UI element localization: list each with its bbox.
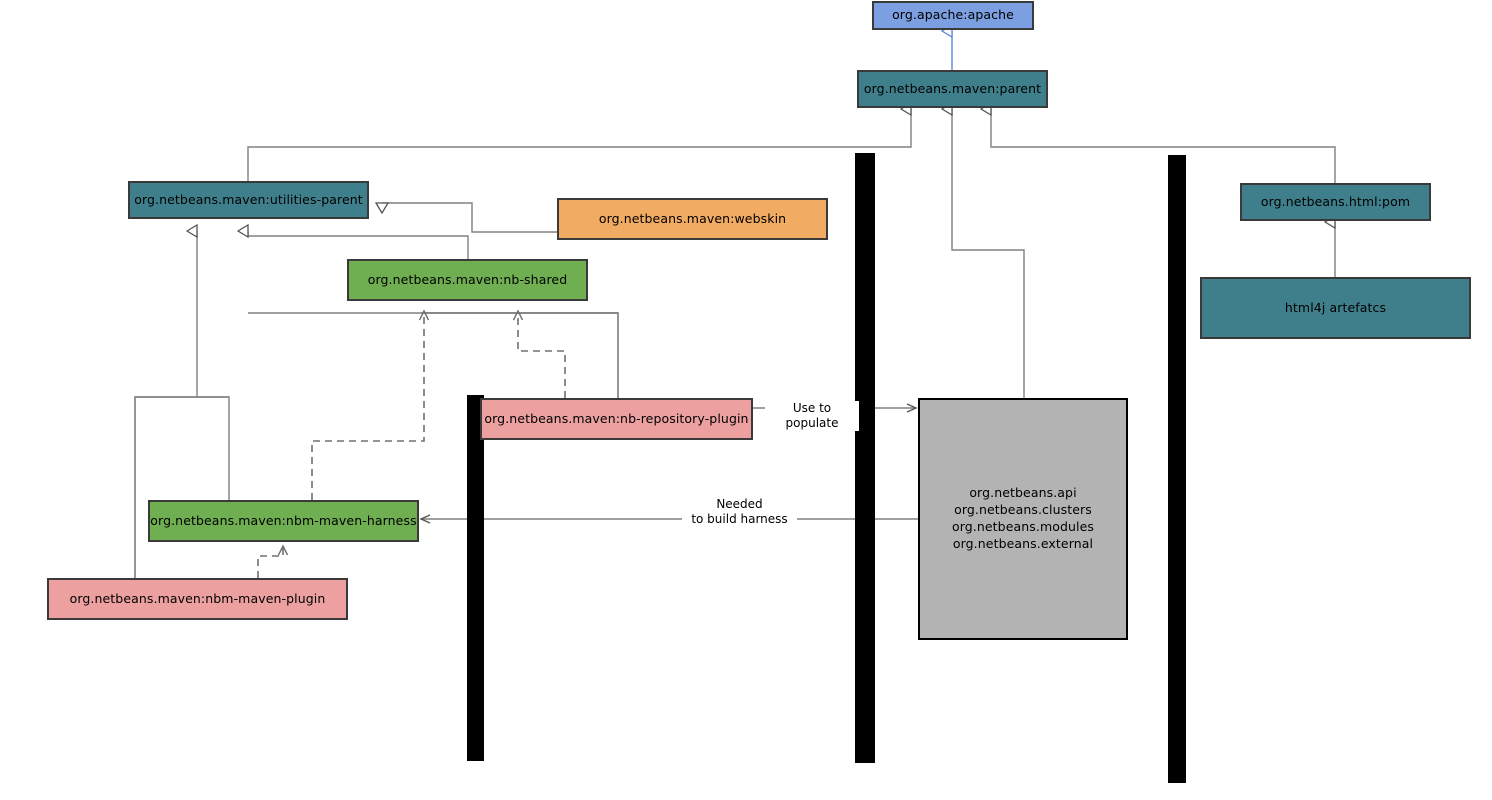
node-nb-shared[interactable]: org.netbeans.maven:nb-shared <box>347 259 588 301</box>
node-html-pom[interactable]: org.netbeans.html:pom <box>1240 183 1431 221</box>
edge-utilities-parent-to-parent <box>247 109 912 181</box>
edge-nb-repo-to-nb-shared <box>421 312 619 398</box>
edge-nb-repo-to-nb-shared-riser <box>424 312 619 398</box>
node-utilities-parent[interactable]: org.netbeans.maven:utilities-parent <box>128 181 369 219</box>
swimlane-right <box>1168 155 1186 783</box>
edge-label-needed-to-build-harness: Needed to build harness <box>682 497 797 527</box>
node-nbm-maven-harness[interactable]: org.netbeans.maven:nbm-maven-harness <box>148 500 419 542</box>
diagram-canvas: org.apache:apache org.netbeans.maven:par… <box>0 0 1492 800</box>
edge-nbm-harness-to-utilities-parent <box>197 396 230 500</box>
edge-nb-repo-dep-nb-shared <box>512 309 566 398</box>
edge-label-use-to-populate: Use to populate <box>765 401 859 431</box>
edge-nbm-plugin-dep-harness <box>257 544 289 578</box>
edge-html-pom-to-parent <box>991 109 1336 183</box>
edge-artifacts-to-parent <box>952 109 1025 398</box>
node-nbm-maven-plugin[interactable]: org.netbeans.maven:nbm-maven-plugin <box>47 578 348 620</box>
node-parent[interactable]: org.netbeans.maven:parent <box>857 70 1048 108</box>
node-html4j-artefacts[interactable]: html4j artefatcs <box>1200 277 1471 339</box>
edge-nb-shared-to-utilities-parent <box>248 231 469 259</box>
node-webskin[interactable]: org.netbeans.maven:webskin <box>557 198 828 240</box>
node-netbeans-artifacts[interactable]: org.netbeans.api org.netbeans.clusters o… <box>918 398 1128 640</box>
node-apache[interactable]: org.apache:apache <box>872 1 1034 30</box>
edge-harness-dep-nb-shared <box>311 309 430 500</box>
swimlane-middle <box>855 153 875 763</box>
node-nb-repository-plugin[interactable]: org.netbeans.maven:nb-repository-plugin <box>480 398 753 440</box>
edge-webskin-to-utilities-parent <box>382 202 557 233</box>
edge-nbm-plugin-to-utilities-parent <box>134 396 229 578</box>
swimlane-left <box>467 395 484 761</box>
